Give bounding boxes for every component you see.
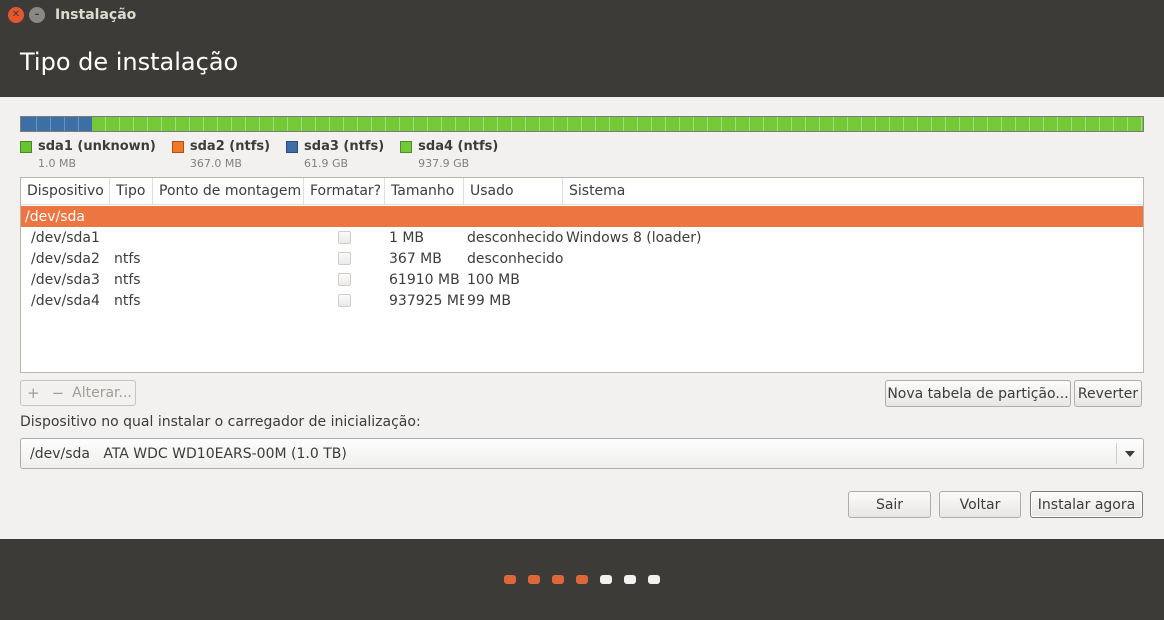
column-header-format[interactable]: Formatar? xyxy=(304,178,385,204)
format-checkbox[interactable] xyxy=(338,231,351,244)
legend-swatch xyxy=(20,140,32,153)
partition-legend: sda1 (unknown) 1.0 MB sda2 (ntfs) 367.0 … xyxy=(20,139,514,170)
used-cell: 99 MB xyxy=(467,292,511,309)
format-checkbox[interactable] xyxy=(338,294,351,307)
legend-size: 61.9 GB xyxy=(304,157,349,170)
legend-label: sda2 (ntfs) xyxy=(189,139,271,154)
type-cell: ntfs xyxy=(114,250,141,267)
bootloader-device-value: /dev/sda ATA WDC WD10EARS-00M (1.0 TB) xyxy=(30,445,347,462)
system-cell: Windows 8 (loader) xyxy=(566,229,702,246)
device-cell: /dev/sda1 xyxy=(31,229,100,246)
back-button[interactable]: Voltar xyxy=(939,491,1021,518)
legend-size: 937.9 GB xyxy=(418,157,470,170)
progress-footer xyxy=(0,539,1164,620)
legend-size: 1.0 MB xyxy=(38,157,77,170)
size-cell: 937925 MB xyxy=(389,292,464,309)
device-cell: /dev/sda2 xyxy=(31,250,100,267)
window-title: Instalação xyxy=(55,7,137,23)
format-checkbox[interactable] xyxy=(338,273,351,286)
legend-label: sda3 (ntfs) xyxy=(304,139,385,154)
page-header: Tipo de instalação xyxy=(0,30,1164,97)
table-row[interactable]: /dev/sda1 1 MB desconhecido Windows 8 (l… xyxy=(21,227,1143,248)
column-header-used[interactable]: Usado xyxy=(464,178,563,204)
progress-dot xyxy=(528,575,540,584)
minimize-icon[interactable]: – xyxy=(29,7,45,23)
legend-item: sda4 (ntfs) 937.9 GB xyxy=(400,139,498,170)
page-title: Tipo de instalação xyxy=(20,48,239,76)
progress-dots xyxy=(504,575,672,584)
used-cell: desconhecido xyxy=(467,250,563,267)
table-row[interactable]: /dev/sda2 ntfs 367 MB desconhecido xyxy=(21,248,1143,269)
column-header-mount[interactable]: Ponto de montagem xyxy=(153,178,304,204)
bootloader-label: Dispositivo no qual instalar o carregado… xyxy=(20,414,421,430)
device-cell: /dev/sda3 xyxy=(31,271,100,288)
quit-button[interactable]: Sair xyxy=(848,491,931,518)
column-header-type[interactable]: Tipo xyxy=(110,178,153,204)
used-cell: desconhecido xyxy=(467,229,563,246)
close-icon[interactable]: ✕ xyxy=(8,7,24,23)
progress-dot xyxy=(576,575,588,584)
legend-label: sda4 (ntfs) xyxy=(418,139,499,154)
legend-swatch xyxy=(400,140,413,153)
progress-dot xyxy=(552,575,564,584)
progress-dot xyxy=(600,575,612,584)
used-cell: 100 MB xyxy=(467,271,520,288)
revert-button[interactable]: Reverter xyxy=(1074,380,1142,407)
new-partition-table-button[interactable]: Nova tabela de partição... xyxy=(885,380,1071,407)
type-cell: ntfs xyxy=(114,292,141,309)
column-header-size[interactable]: Tamanho xyxy=(385,178,464,204)
change-partition-button[interactable]: Alterar... xyxy=(72,385,132,401)
bootloader-device-select[interactable]: /dev/sda ATA WDC WD10EARS-00M (1.0 TB) xyxy=(20,438,1144,469)
size-cell: 1 MB xyxy=(389,229,425,246)
format-checkbox[interactable] xyxy=(338,252,351,265)
window-titlebar: ✕ – Instalação xyxy=(0,0,1164,30)
progress-dot xyxy=(648,575,660,584)
table-header: Dispositivo Tipo Ponto de montagem Forma… xyxy=(21,178,1143,205)
size-cell: 61910 MB xyxy=(389,271,460,288)
chevron-down-icon[interactable] xyxy=(1117,450,1143,457)
table-row-selected[interactable]: /dev/sda xyxy=(21,206,1143,227)
column-header-system[interactable]: Sistema xyxy=(563,178,1143,204)
progress-dot xyxy=(624,575,636,584)
column-header-device[interactable]: Dispositivo xyxy=(21,178,110,204)
type-cell: ntfs xyxy=(114,271,141,288)
legend-swatch xyxy=(171,140,184,153)
partition-table[interactable]: Dispositivo Tipo Ponto de montagem Forma… xyxy=(20,177,1144,373)
table-row[interactable]: /dev/sda4 ntfs 937925 MB 99 MB xyxy=(21,290,1143,311)
install-now-button[interactable]: Instalar agora xyxy=(1030,491,1143,518)
legend-size: 367.0 MB xyxy=(189,157,242,170)
partition-edit-toolbar: + − Alterar... xyxy=(20,380,136,406)
remove-partition-button[interactable]: − xyxy=(46,384,71,402)
table-row[interactable]: /dev/sda3 ntfs 61910 MB 100 MB xyxy=(21,269,1143,290)
progress-dot xyxy=(504,575,516,584)
legend-item: sda2 (ntfs) 367.0 MB xyxy=(171,139,271,170)
legend-item: sda1 (unknown) 1.0 MB xyxy=(20,139,156,170)
legend-item: sda3 (ntfs) 61.9 GB xyxy=(286,139,384,170)
partition-bar xyxy=(20,116,1144,132)
device-cell: /dev/sda xyxy=(25,208,85,225)
device-cell: /dev/sda4 xyxy=(31,292,100,309)
add-partition-button[interactable]: + xyxy=(21,384,46,402)
legend-swatch xyxy=(286,140,299,153)
partition-segment-sda4 xyxy=(91,117,1143,131)
size-cell: 367 MB xyxy=(389,250,442,267)
legend-label: sda1 (unknown) xyxy=(38,139,156,154)
partition-segment-sda3 xyxy=(22,117,92,131)
